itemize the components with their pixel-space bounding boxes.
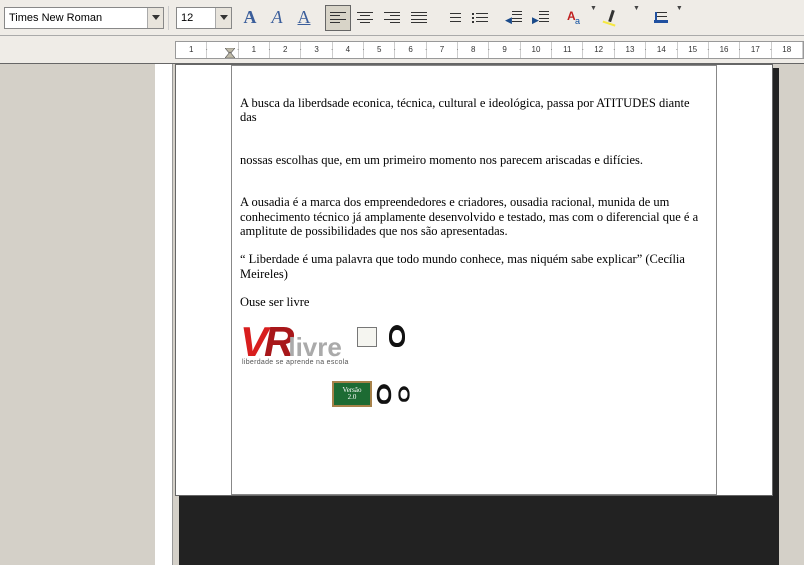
indent-marker-icon[interactable] <box>225 48 235 58</box>
paragraph[interactable]: A busca da liberdsade econica, técnica, … <box>240 96 708 125</box>
align-right-icon <box>384 12 400 24</box>
highlight-icon <box>610 10 625 25</box>
formatting-toolbar: Times New Roman 12 A A A <box>0 0 804 36</box>
penguin-icon <box>398 387 409 402</box>
font-size-select[interactable]: 12 <box>176 7 232 29</box>
increase-indent-button[interactable]: ▶ <box>528 5 554 31</box>
ruler-mark: 10 <box>521 42 552 58</box>
decrease-indent-button[interactable]: ◀ <box>501 5 527 31</box>
vr-livre-logo-image[interactable]: V R livre liberdade se aprende na escola <box>240 323 416 407</box>
numbered-list-button[interactable] <box>440 5 466 31</box>
ruler-mark: 13 <box>615 42 646 58</box>
ruler-mark: 12 <box>583 42 614 58</box>
paragraph-background-button[interactable] <box>648 5 674 31</box>
ruler-mark: 3 <box>301 42 332 58</box>
logo-word-livre: livre <box>288 337 342 358</box>
logo-letter-r: R <box>264 323 290 361</box>
blank-line[interactable] <box>240 281 708 295</box>
chevron-down-icon[interactable]: ▼ <box>590 5 597 31</box>
italic-icon: A <box>272 7 283 28</box>
font-size-value: 12 <box>181 12 193 24</box>
penguin-icon <box>377 384 391 404</box>
highlight-color-button[interactable] <box>605 5 631 31</box>
ruler-mark: 18 <box>772 42 803 58</box>
align-left-icon <box>330 12 346 24</box>
ruler-mark: 16 <box>709 42 740 58</box>
ruler-mark: 5 <box>364 42 395 58</box>
vertical-ruler[interactable] <box>155 64 173 565</box>
paragraph-bg-icon <box>654 12 668 23</box>
ruler-mark: 4 <box>333 42 364 58</box>
numbered-list-icon <box>445 12 461 24</box>
ruler-mark: 8 <box>458 42 489 58</box>
chevron-down-icon[interactable]: ▼ <box>676 5 683 31</box>
ruler-mark: 1 <box>176 42 207 58</box>
version-number: 2.0 <box>348 394 357 401</box>
italic-button[interactable]: A <box>264 5 290 31</box>
text-frame[interactable]: A busca da liberdsade econica, técnica, … <box>231 65 717 495</box>
increase-indent-icon: ▶ <box>533 11 549 25</box>
underline-icon: A <box>298 7 311 28</box>
blank-line[interactable] <box>240 167 708 195</box>
logo-letter-v: V <box>240 323 264 361</box>
bold-button[interactable]: A <box>237 5 263 31</box>
font-size-dropdown-btn[interactable] <box>215 8 231 28</box>
toolbar-separator <box>168 6 172 30</box>
ruler-mark: 17 <box>740 42 771 58</box>
align-left-button[interactable] <box>325 5 351 31</box>
bold-icon: A <box>244 7 257 28</box>
decrease-indent-icon: ◀ <box>506 11 522 25</box>
align-center-icon <box>357 12 373 24</box>
paragraph[interactable]: nossas escolhas que, em um primeiro mome… <box>240 153 708 167</box>
blank-line[interactable] <box>240 238 708 252</box>
character-formatting-button[interactable]: A a <box>562 5 588 31</box>
logo-mascot-graphic <box>353 323 409 375</box>
page[interactable]: A busca da liberdsade econica, técnica, … <box>175 64 773 496</box>
ruler-mark: 7 <box>427 42 458 58</box>
ruler-mark: 15 <box>678 42 709 58</box>
font-name-select[interactable]: Times New Roman <box>4 7 164 29</box>
chevron-down-icon <box>152 15 160 20</box>
version-badge-image[interactable]: Versão 2.0 <box>332 381 416 407</box>
align-center-button[interactable] <box>352 5 378 31</box>
paragraph[interactable]: Ouse ser livre <box>240 295 708 309</box>
align-right-button[interactable] <box>379 5 405 31</box>
bullet-list-button[interactable] <box>467 5 493 31</box>
character-icon: A a <box>567 10 583 26</box>
ruler-mark: 9 <box>489 42 520 58</box>
chevron-down-icon <box>220 15 228 20</box>
ruler-mark: 2 <box>270 42 301 58</box>
horizontal-ruler-area: 1123456789101112131415161718 <box>0 36 804 64</box>
ruler-mark: 14 <box>646 42 677 58</box>
bullet-list-icon <box>472 12 488 24</box>
paragraph[interactable]: A ousadia é a marca dos empreendedores e… <box>240 195 708 238</box>
paragraph[interactable]: “ Liberdade é uma palavra que todo mundo… <box>240 252 708 281</box>
ruler-mark: 11 <box>552 42 583 58</box>
font-name-value: Times New Roman <box>9 12 102 24</box>
align-justify-button[interactable] <box>406 5 432 31</box>
chevron-down-icon[interactable]: ▼ <box>633 5 640 31</box>
ruler-mark: 6 <box>395 42 426 58</box>
blank-line[interactable] <box>240 125 708 153</box>
logo-tagline: liberdade se aprende na escola <box>242 359 349 367</box>
ruler-mark: 1 <box>239 42 270 58</box>
underline-button[interactable]: A <box>291 5 317 31</box>
font-name-dropdown-btn[interactable] <box>147 8 163 28</box>
horizontal-ruler[interactable]: 1123456789101112131415161718 <box>175 41 804 59</box>
document-workspace[interactable]: A busca da liberdsade econica, técnica, … <box>0 64 804 565</box>
align-justify-icon <box>411 12 427 24</box>
chalkboard-icon: Versão 2.0 <box>332 381 372 407</box>
